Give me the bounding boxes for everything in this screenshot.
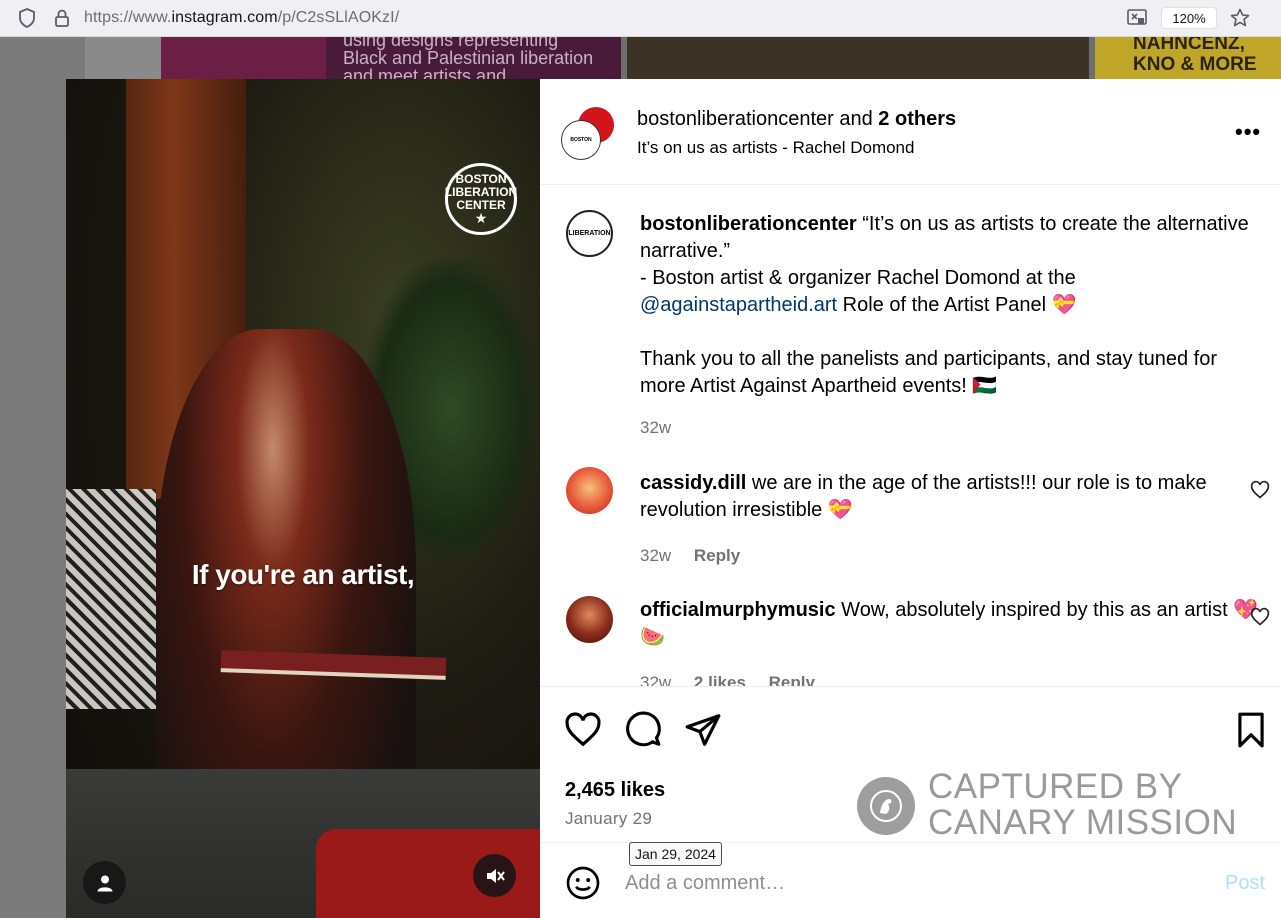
like-heart-icon[interactable] <box>564 711 602 749</box>
url-field[interactable]: https://www.instagram.com/p/C2sSLlAOKzI/ <box>84 9 399 27</box>
caption-timestamp[interactable]: 32w <box>640 418 671 437</box>
likes-count[interactable]: 2,465 likes <box>565 779 665 802</box>
post-details-panel: BOSTON bostonliberationcenter and 2 othe… <box>540 79 1281 918</box>
thumbnail-1-text: using designs representing Black and Pal… <box>343 37 594 79</box>
author-username-link[interactable]: bostonliberationcenter <box>637 108 834 130</box>
shield-icon[interactable] <box>16 7 38 29</box>
boston-liberation-center-logo: BOSTON LIBERATION CENTER ★ <box>445 163 517 235</box>
author-avatar[interactable]: BOSTON <box>562 121 600 159</box>
caption-meta: 32w <box>640 418 689 438</box>
emoji-smiley-icon[interactable] <box>565 865 601 901</box>
zoom-level-badge[interactable]: 120% <box>1161 7 1217 29</box>
watermark-text: CAPTURED BY CANARY MISSION <box>928 767 1238 842</box>
reply-button[interactable]: Reply <box>694 546 740 565</box>
more-options-icon[interactable]: ••• <box>1235 119 1261 145</box>
like-comment-heart-icon[interactable] <box>1250 607 1270 627</box>
comment-text: cassidy.dill we are in the age of the ar… <box>640 472 1207 521</box>
comments-section[interactable]: LIBERATION bostonliberationcenter “It’s … <box>540 186 1281 686</box>
canary-bird-icon <box>857 777 915 835</box>
comment-timestamp[interactable]: 32w <box>640 546 671 565</box>
comment-timestamp[interactable]: 32w <box>640 673 671 686</box>
comment-text: officialmurphymusic Wow, absolutely insp… <box>640 599 1259 648</box>
background-thumbnail-3: NAHNCENZ, KNO & MORE <box>1095 37 1281 79</box>
comment-likes[interactable]: 2 likes <box>694 673 746 686</box>
audio-title[interactable]: It’s on us as artists - Rachel Domond <box>637 138 914 158</box>
post-header: BOSTON bostonliberationcenter and 2 othe… <box>540 79 1281 185</box>
user-icon <box>97 875 112 891</box>
post-actions: 2,465 likes January 29 CAPTURED BY CANAR… <box>540 686 1281 842</box>
comment-bubble-icon[interactable] <box>624 711 662 749</box>
like-comment-heart-icon[interactable] <box>1250 480 1270 500</box>
collab-avatars[interactable]: BOSTON <box>562 107 614 159</box>
post-comment-button[interactable]: Post <box>1225 872 1265 895</box>
lock-icon[interactable] <box>51 7 73 29</box>
reader-view-icon[interactable] <box>1126 7 1148 29</box>
tagged-users-button[interactable] <box>83 861 126 904</box>
others-link[interactable]: 2 others <box>878 108 956 130</box>
video-caption: If you're an artist, <box>191 559 415 590</box>
mention-link[interactable]: @againstapartheid.art <box>640 294 837 316</box>
background-thumbnail-1: using designs representing Black and Pal… <box>161 37 621 79</box>
speaker-muted-icon <box>486 868 505 883</box>
comment-username[interactable]: officialmurphymusic <box>640 599 836 621</box>
caption-username[interactable]: bostonliberationcenter <box>640 213 857 235</box>
date-tooltip: Jan 29, 2024 <box>629 842 722 866</box>
commenter-avatar[interactable] <box>566 467 613 514</box>
caption-author-avatar[interactable]: LIBERATION <box>566 210 613 257</box>
post-video[interactable]: BOSTON LIBERATION CENTER ★ If you're an … <box>66 79 540 918</box>
mute-toggle-button[interactable] <box>473 854 516 897</box>
background-thumbnail-2 <box>627 37 1089 79</box>
browser-urlbar: https://www.instagram.com/p/C2sSLlAOKzI/… <box>0 0 1281 37</box>
comment-meta: 32w 2 likes Reply <box>640 673 833 686</box>
commenter-avatar[interactable] <box>566 596 613 643</box>
comment-username[interactable]: cassidy.dill <box>640 472 746 494</box>
background-strip <box>85 37 161 79</box>
post-date[interactable]: January 29 <box>565 809 652 829</box>
post-author-line: bostonliberationcenter and 2 others <box>637 108 957 130</box>
comment-input[interactable] <box>625 872 1185 895</box>
canary-mission-watermark: CAPTURED BY CANARY MISSION <box>857 767 1277 842</box>
reply-button[interactable]: Reply <box>769 673 815 686</box>
comment-meta: 32w Reply <box>640 546 758 566</box>
share-send-icon[interactable] <box>684 711 722 749</box>
post-caption: bostonliberationcenter “It’s on us as ar… <box>640 213 1249 397</box>
thumbnail-3-text: NAHNCENZ, KNO & MORE <box>1133 37 1257 75</box>
bookmark-star-icon[interactable] <box>1229 7 1251 29</box>
video-scarf <box>66 489 156 709</box>
save-bookmark-icon[interactable] <box>1232 711 1270 749</box>
